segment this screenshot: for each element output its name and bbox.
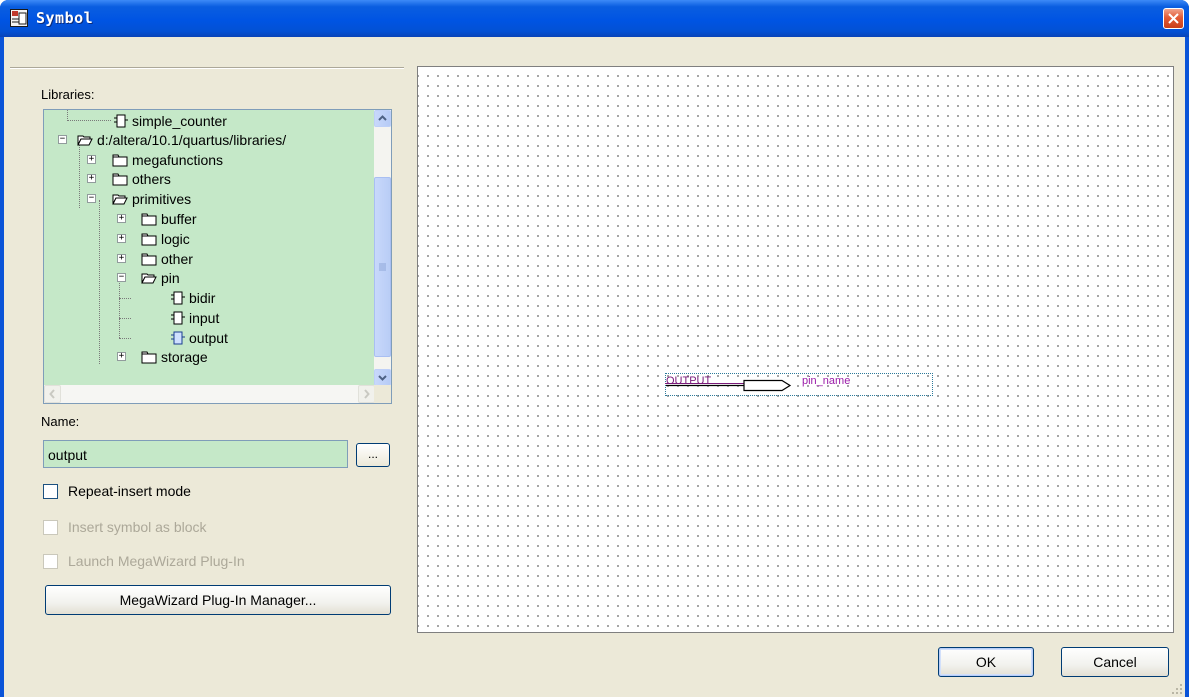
tree-item-label: megafunctions [132, 151, 224, 168]
folder-icon [141, 233, 157, 245]
dialog-body: Libraries: simple_counter − d:/altera/10… [4, 37, 1185, 697]
tree-connector [79, 140, 80, 208]
symbol-dialog: Symbol Libraries: simple_counter − d:/al… [0, 0, 1189, 697]
close-icon [1168, 13, 1179, 24]
collapse-toggle[interactable]: − [58, 135, 67, 144]
tree-item-input[interactable]: input [171, 308, 219, 327]
scroll-left-button[interactable] [44, 385, 61, 403]
window-title: Symbol [36, 9, 94, 27]
tree-connector [119, 278, 120, 338]
tree-item-bidir[interactable]: bidir [171, 288, 215, 307]
tree-connector [119, 318, 131, 319]
expand-toggle[interactable]: + [117, 254, 126, 263]
folder-open-icon [141, 273, 157, 283]
folder-open-icon [112, 194, 128, 204]
collapse-toggle[interactable]: − [117, 273, 126, 282]
ok-button[interactable]: OK [938, 647, 1034, 677]
libraries-label: Libraries: [41, 87, 95, 102]
expand-toggle[interactable]: + [87, 174, 96, 183]
folder-icon [112, 173, 128, 185]
chevron-up-icon [378, 115, 387, 121]
top-separator [10, 67, 404, 69]
tree-item-simple-counter[interactable]: simple_counter [114, 111, 227, 130]
tree-item-libraries-root[interactable]: d:/altera/10.1/quartus/libraries/ [77, 130, 286, 149]
launch-megawizard-checkbox[interactable] [43, 554, 58, 569]
tree-item-pin[interactable]: pin [141, 268, 180, 287]
tree-connector [67, 120, 111, 121]
chevron-right-icon [364, 389, 370, 399]
megawizard-manager-button[interactable]: MegaWizard Plug-In Manager... [45, 585, 391, 615]
resize-grip-icon[interactable] [1171, 683, 1183, 695]
repeat-insert-checkbox[interactable] [43, 484, 58, 499]
repeat-insert-label[interactable]: Repeat-insert mode [68, 483, 191, 499]
tree-item-label: bidir [189, 289, 216, 306]
expand-toggle[interactable]: + [117, 214, 126, 223]
tree-item-label: d:/altera/10.1/quartus/libraries/ [97, 131, 287, 148]
symbol-icon [171, 331, 185, 344]
tree-connector [119, 298, 131, 299]
tree-item-others[interactable]: others [112, 169, 171, 188]
close-button[interactable] [1163, 8, 1184, 29]
output-pin-graphic [665, 379, 792, 392]
insert-as-block-label[interactable]: Insert symbol as block [68, 519, 207, 535]
launch-megawizard-label[interactable]: Launch MegaWizard Plug-In [68, 553, 245, 569]
scroll-up-button[interactable] [374, 110, 391, 127]
libraries-tree[interactable]: simple_counter − d:/altera/10.1/quartus/… [43, 109, 392, 404]
tree-item-label: buffer [161, 210, 197, 227]
tree-item-logic[interactable]: logic [141, 229, 190, 248]
chevron-left-icon [49, 389, 55, 399]
pin-name-label: pin_name [802, 375, 851, 387]
tree-connector [99, 357, 100, 364]
tree-item-buffer[interactable]: buffer [141, 209, 197, 228]
horizontal-scrollbar[interactable] [44, 385, 375, 403]
tree-item-other[interactable]: other [141, 249, 193, 268]
name-label: Name: [41, 414, 80, 429]
app-icon [10, 9, 28, 27]
collapse-toggle[interactable]: − [87, 194, 96, 203]
browse-button[interactable]: ... [356, 443, 390, 467]
tree-item-label: logic [161, 230, 190, 247]
symbol-icon [171, 311, 185, 324]
folder-icon [112, 154, 128, 166]
tree-item-storage[interactable]: storage [141, 347, 208, 366]
scroll-thumb[interactable] [374, 177, 391, 357]
tree-item-label: output [189, 329, 228, 346]
output-pin-symbol[interactable]: OUTPUT pin_name [665, 373, 933, 396]
expand-toggle[interactable]: + [87, 155, 96, 164]
tree-item-label: storage [161, 348, 208, 365]
tree-connector [119, 338, 131, 339]
expand-toggle[interactable]: + [117, 234, 126, 243]
tree-item-primitives[interactable]: primitives [112, 189, 191, 208]
tree-item-label: input [189, 309, 220, 326]
tree-item-label: pin [161, 269, 180, 286]
folder-open-icon [77, 135, 93, 145]
tree-item-label: simple_counter [132, 112, 227, 129]
title-bar[interactable]: Symbol [0, 0, 1189, 37]
scroll-down-button[interactable] [374, 369, 391, 386]
scroll-corner [374, 385, 391, 403]
scroll-right-button[interactable] [358, 385, 375, 403]
symbol-icon [171, 291, 185, 304]
name-input[interactable]: output [43, 440, 348, 468]
folder-icon [141, 213, 157, 225]
tree-item-label: other [161, 250, 193, 267]
tree-item-output-selected[interactable]: output [171, 328, 228, 347]
folder-icon [141, 253, 157, 265]
cancel-button[interactable]: Cancel [1061, 647, 1169, 677]
folder-icon [141, 351, 157, 363]
vertical-scrollbar[interactable] [374, 110, 391, 386]
tree-item-label: others [132, 170, 171, 187]
tree-item-megafunctions[interactable]: megafunctions [112, 150, 223, 169]
symbol-icon [114, 114, 128, 127]
expand-toggle[interactable]: + [117, 352, 126, 361]
tree-item-label: primitives [132, 190, 192, 207]
insert-as-block-checkbox[interactable] [43, 520, 58, 535]
tree-connector [99, 200, 100, 364]
chevron-down-icon [378, 375, 387, 381]
grip-icon [379, 263, 386, 271]
symbol-preview-canvas[interactable]: OUTPUT pin_name [417, 66, 1174, 633]
